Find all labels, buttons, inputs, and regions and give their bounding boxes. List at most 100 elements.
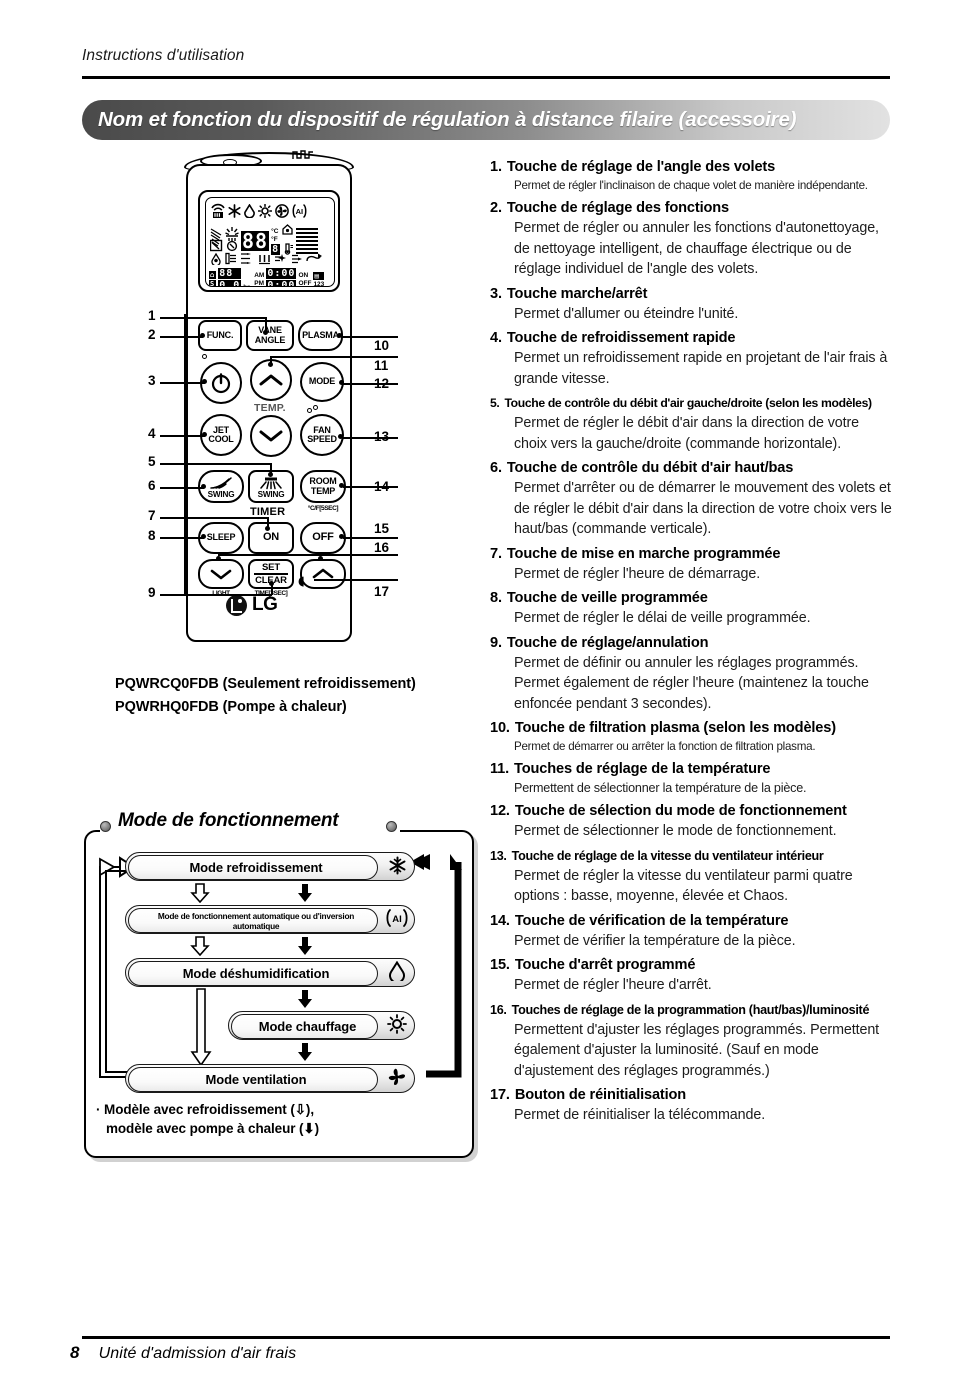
footer-text: Unité d'admission d'air frais [98, 1345, 297, 1362]
fan-speed-dot-2 [313, 405, 318, 410]
callout-number-8: 8 [148, 528, 156, 543]
leader-9 [160, 594, 272, 596]
feature-description: Permet de régler ou annuler les fonction… [514, 220, 879, 277]
timer-on-button[interactable]: ON [248, 522, 294, 554]
feature-description: Permet de régler le délai de veille prog… [514, 610, 811, 626]
svg-text:AI: AI [392, 914, 402, 925]
lcd-main-digits: 88 [241, 229, 270, 253]
feature-title: 4. Touche de refroidissement rapide [490, 329, 894, 348]
feature-title: 17. Bouton de réinitialisation [490, 1086, 894, 1105]
func-button-label: FUNC. [206, 329, 234, 340]
dot-13 [338, 434, 343, 439]
callout-left-rail [184, 314, 187, 596]
lcd-fan-bars [296, 228, 319, 254]
feature-title: 13. Touche de réglage de la vitesse du ve… [490, 847, 894, 866]
vane-angle-label-2: ANGLE [254, 334, 286, 345]
feature-item: 9. Touche de réglage/annulation Permet de … [490, 634, 894, 715]
dot-14 [339, 483, 344, 488]
dot-3 [202, 379, 207, 384]
leader-7 [160, 517, 268, 519]
header-rule [82, 76, 890, 79]
section-title: Nom et fonction du dispositif de régulat… [98, 108, 797, 131]
dot-9 [269, 581, 274, 586]
swing-vertical-icon [260, 477, 282, 489]
feature-item: 3. Touche marche/arrêt Permet d'allumer ou… [490, 285, 894, 325]
feature-title: 10. Touche de filtration plasma (selon le… [490, 719, 894, 738]
dot-6 [201, 484, 206, 489]
feature-number: 3. [490, 285, 502, 302]
feature-number: 11. [490, 761, 510, 777]
feature-item: 10. Touche de filtration plasma (selon le… [490, 719, 894, 755]
dot-16b [318, 556, 323, 561]
feature-item: 12. Touche de sélection du mode de foncti… [490, 802, 894, 842]
temp-down-button[interactable] [250, 415, 292, 457]
vane-angle-button[interactable]: VANE ANGLE [246, 320, 294, 351]
leader-16 [218, 554, 398, 556]
feature-description: Permettent de sélectionner la températur… [514, 781, 807, 795]
swing-horizontal-icon [210, 477, 232, 489]
arrow-solid-heatpump-3 [298, 990, 312, 1008]
home-icon [282, 222, 294, 240]
callout-number-9: 9 [148, 585, 156, 600]
feature-title-text: Touche de réglage/annulation [506, 634, 709, 651]
dot-15 [339, 534, 344, 539]
mode-title-bullet-right [386, 821, 397, 832]
feature-description: Permet de régler l'heure de démarrage. [514, 565, 761, 582]
feature-number: 14. [490, 912, 510, 929]
callout-number-2: 2 [148, 327, 156, 342]
lcd-123-label: 123 [313, 280, 325, 287]
running-head: Instructions d'utilisation [82, 47, 245, 64]
dot-1 [263, 330, 268, 335]
chevron-down-icon [210, 569, 232, 580]
feature-item: 13. Touche de réglage de la vitesse du ve… [490, 847, 894, 907]
timer-off-label: OFF [312, 531, 334, 544]
feature-number: 16. [490, 1002, 507, 1017]
feature-item: 7. Touche de mise en marche programmée Per… [490, 545, 894, 585]
callout-number-15: 15 [374, 521, 390, 536]
feature-title-text: Touche de refroidissement rapide [506, 330, 736, 346]
feature-title: 12. Touche de sélection du mode de foncti… [490, 802, 894, 821]
feature-title-text: Touches de réglage de la température [514, 761, 771, 777]
mode-step-cooling-inner: Mode refroidissement [128, 855, 378, 880]
leader-17 [314, 579, 398, 581]
leader-6 [160, 487, 204, 489]
lcd-sleep-indicator: S [209, 280, 217, 287]
dot-11 [268, 362, 273, 367]
feature-number: 6. [490, 460, 502, 476]
mode-diagram-note: · Modèle avec refroidissement (⇩), modèl… [96, 1100, 319, 1138]
mode-step-heating: Mode chauffage [228, 1011, 415, 1040]
fan-icon [275, 203, 289, 220]
feature-title: 1. Touche de réglage de l'angle des volet… [490, 158, 894, 177]
lcd-clock-top: 0:00 [266, 268, 297, 279]
feature-list: 1. Touche de réglage de l'angle des volet… [490, 158, 894, 1131]
leader-5 [160, 463, 271, 465]
arrow-solid-heatpump-1 [298, 884, 312, 902]
lcd-timer-row: ⌂ S 88 0.0 hr. AM PM 0:00 0:00 [209, 268, 334, 287]
mode-step-cooling: Mode refroidissement [125, 852, 415, 881]
page-number: 8 [70, 1343, 80, 1362]
mode-button[interactable]: MODE [300, 362, 344, 402]
mode-step-ventilation-label: Mode ventilation [205, 1072, 307, 1087]
feature-description: Permet de vérifier la température de la … [514, 932, 796, 949]
page: Instructions d'utilisation Nom et foncti… [0, 0, 954, 1400]
filter-icon [225, 252, 237, 268]
feature-title-text: Touche de réglage des fonctions [506, 200, 730, 216]
lcd-screen: AI 88 °C °F 8 ⌂ S 88 0.0 AM PM 0:00 0:00… [198, 190, 340, 292]
feature-number: 15. [490, 957, 510, 973]
sun-icon [380, 1014, 414, 1037]
feature-item: 5. Touche de contrôle du débit d'air gauc… [490, 394, 894, 454]
jet-cool-label-2: COOL [208, 434, 234, 444]
feature-number: 7. [490, 545, 502, 562]
signal-battery-icon [211, 202, 225, 221]
program-down-button[interactable] [198, 559, 244, 589]
reset-button[interactable]: ◖ [298, 574, 305, 589]
program-up-button[interactable] [300, 559, 346, 589]
svg-text:AI: AI [296, 207, 304, 216]
feature-title-text: Touche de réglage de la vitesse du venti… [511, 848, 824, 863]
mode-step-dehumidify-inner: Mode déshumidification [128, 961, 378, 986]
lcd-clock-bottom: 0:00 [266, 280, 297, 286]
droplet-icon [380, 960, 414, 984]
lcd-pm-label: PM [254, 280, 264, 287]
room-temp-sublabel: °C/F[5SEC] [307, 505, 339, 512]
dot-8 [201, 534, 206, 539]
